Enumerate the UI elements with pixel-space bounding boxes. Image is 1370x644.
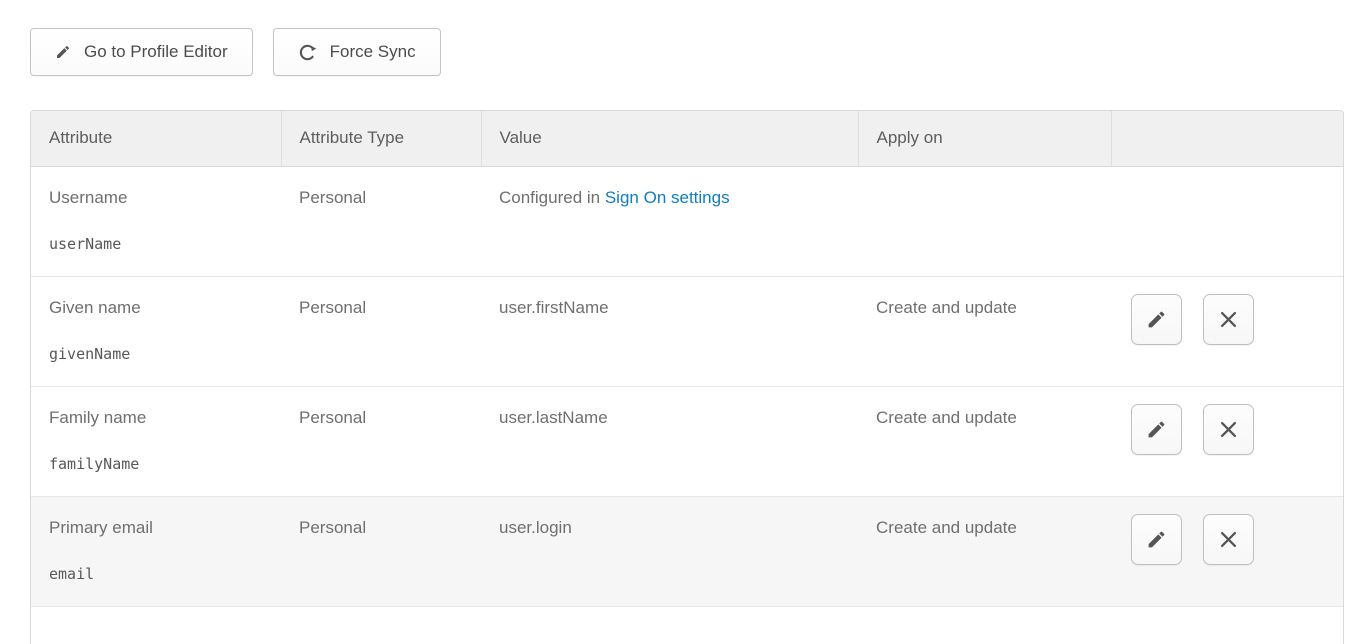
header-attribute-type: Attribute Type [281,111,481,166]
attribute-value: user.lastName [499,408,608,427]
apply-on-value: Create and update [876,408,1017,427]
delete-attribute-button[interactable] [1203,404,1254,455]
attribute-label: Given name [49,298,271,318]
attribute-type: Personal [299,408,366,427]
row-actions [1131,514,1343,565]
attribute-value: Configured in [499,188,605,207]
table-row: Username userName Personal Configured in… [31,166,1343,276]
go-to-profile-editor-label: Go to Profile Editor [84,42,228,62]
attribute-type: Personal [299,518,366,537]
empty-partial-row [31,606,1343,644]
sign-on-settings-link[interactable]: Sign On settings [605,188,730,207]
header-value: Value [481,111,858,166]
attribute-value: user.firstName [499,298,609,317]
refresh-icon [298,43,317,62]
row-actions [1131,404,1343,455]
x-icon [1219,530,1238,549]
attribute-variable-name: givenName [49,345,271,363]
go-to-profile-editor-button[interactable]: Go to Profile Editor [30,28,253,76]
delete-attribute-button[interactable] [1203,294,1254,345]
pencil-icon [1146,419,1167,440]
header-apply-on: Apply on [858,111,1111,166]
attribute-value: user.login [499,518,572,537]
apply-on-value: Create and update [876,298,1017,317]
force-sync-button[interactable]: Force Sync [273,28,441,76]
toolbar: Go to Profile Editor Force Sync [30,28,1370,76]
attribute-label: Username [49,188,271,208]
table-row: Primary email email Personal user.login … [31,496,1343,606]
table-body: Username userName Personal Configured in… [31,166,1343,644]
header-actions [1111,111,1343,166]
edit-attribute-button[interactable] [1131,514,1182,565]
header-attribute: Attribute [31,111,281,166]
attribute-variable-name: userName [49,235,271,253]
pencil-icon [55,44,71,60]
apply-on-value: Create and update [876,518,1017,537]
table-row: Family name familyName Personal user.las… [31,386,1343,496]
pencil-icon [1146,309,1167,330]
delete-attribute-button[interactable] [1203,514,1254,565]
attribute-type: Personal [299,188,366,207]
edit-attribute-button[interactable] [1131,294,1182,345]
force-sync-label: Force Sync [330,42,416,62]
attribute-variable-name: familyName [49,455,271,473]
x-icon [1219,310,1238,329]
attribute-label: Primary email [49,518,271,538]
x-icon [1219,420,1238,439]
table-header: Attribute Attribute Type Value Apply on [31,111,1343,166]
row-actions [1131,294,1343,345]
attribute-mappings-table: Attribute Attribute Type Value Apply on … [30,110,1344,644]
pencil-icon [1146,529,1167,550]
edit-attribute-button[interactable] [1131,404,1182,455]
table-row: Given name givenName Personal user.first… [31,276,1343,386]
attribute-label: Family name [49,408,271,428]
attribute-type: Personal [299,298,366,317]
attribute-variable-name: email [49,565,271,583]
